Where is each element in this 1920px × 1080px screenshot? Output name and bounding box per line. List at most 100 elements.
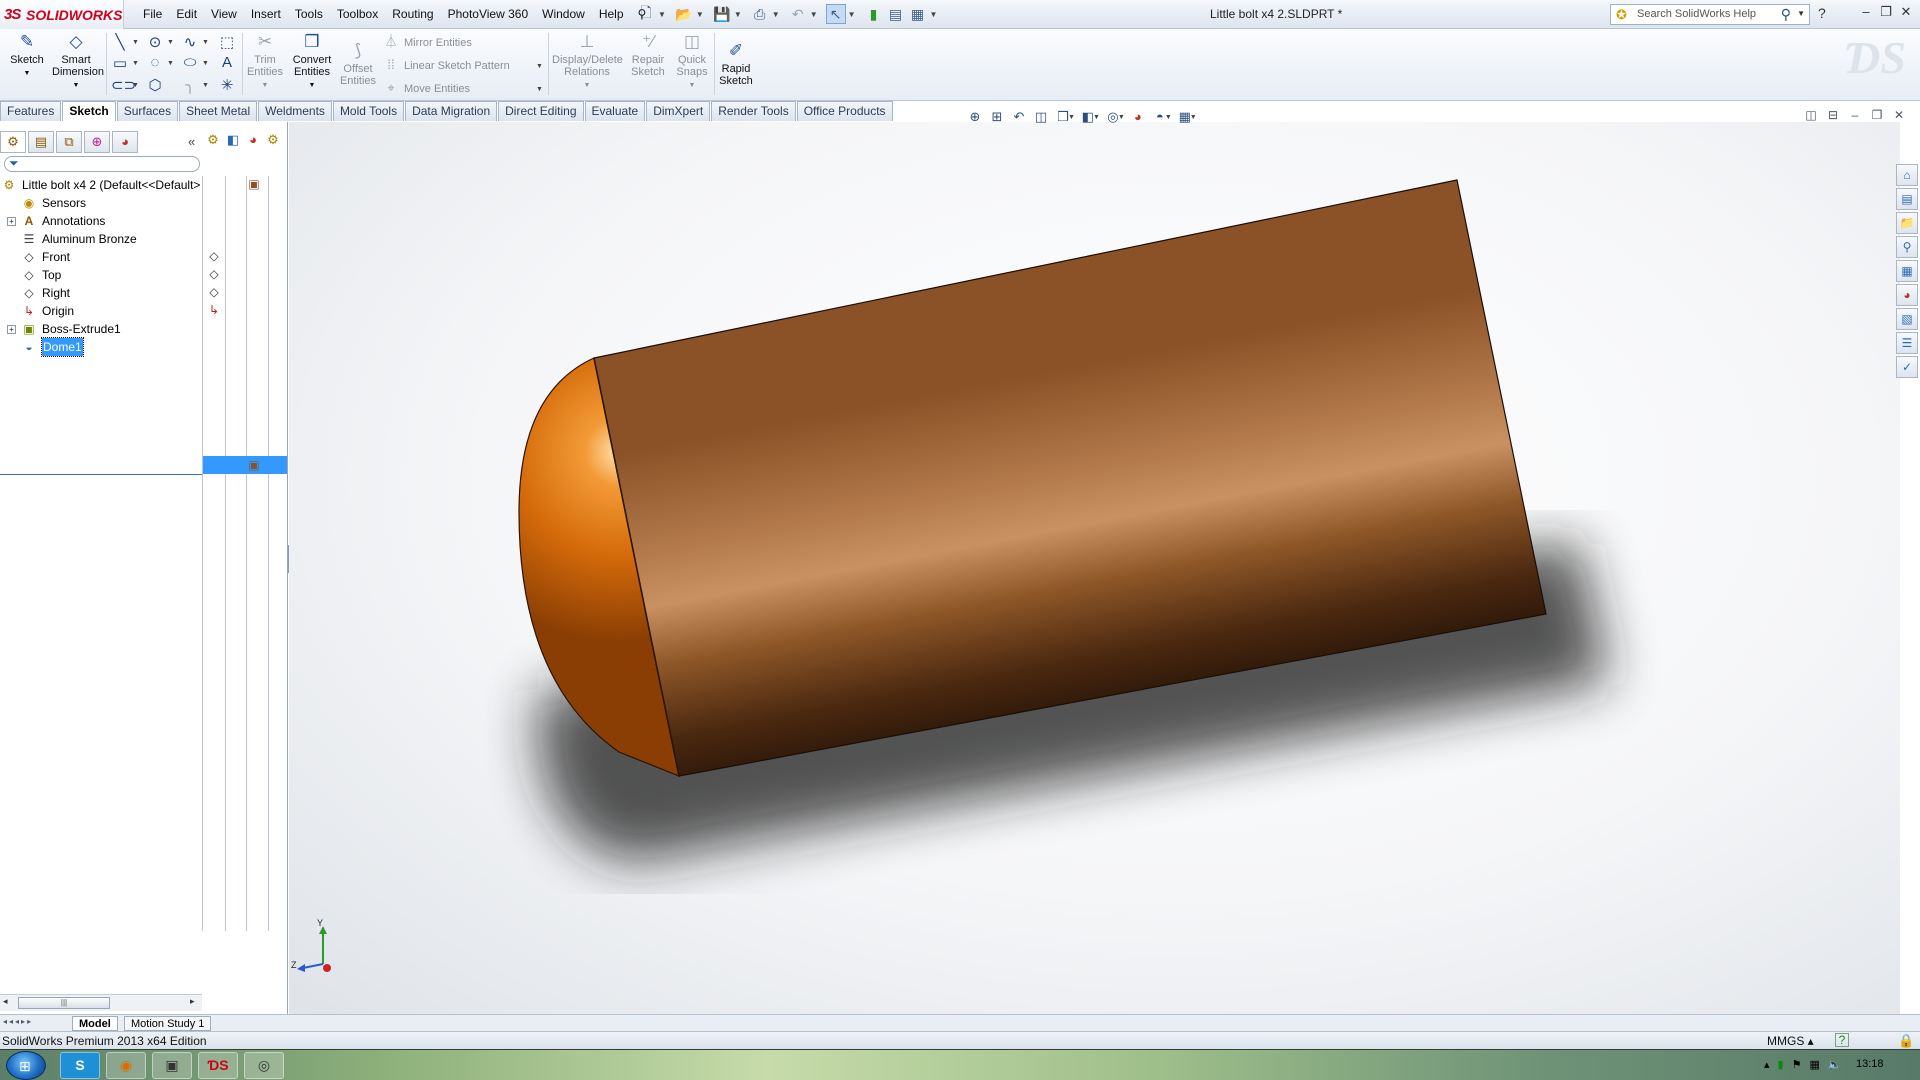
menu-file[interactable]: File bbox=[136, 7, 169, 21]
feature-manager-tab-icon[interactable]: ⚙ bbox=[0, 131, 26, 153]
line-icon[interactable]: ╲ bbox=[111, 33, 129, 51]
scroll-right-icon[interactable]: ▸ bbox=[190, 996, 195, 1007]
tray-expand-icon[interactable]: ▴ bbox=[1764, 1058, 1770, 1071]
app-taskbar-icon[interactable]: ◎ bbox=[244, 1052, 284, 1079]
print-icon[interactable]: ⎙ bbox=[750, 4, 770, 24]
tab-office-products[interactable]: Office Products bbox=[796, 101, 893, 121]
circle-dropdown-icon[interactable]: ▼ bbox=[167, 39, 174, 46]
appearance-swatch-icon[interactable]: ▣ bbox=[246, 176, 262, 192]
arc-icon[interactable]: ◌ bbox=[146, 54, 164, 71]
fillet-dropdown-icon[interactable]: ▼ bbox=[202, 82, 209, 89]
new-document-icon[interactable]: 🗋 bbox=[636, 4, 656, 24]
pattern-dropdown-icon[interactable]: ▼ bbox=[536, 63, 543, 70]
text-icon[interactable]: A bbox=[218, 54, 236, 71]
quick-snaps-button[interactable]: ◫ Quick Snaps ▼ bbox=[672, 32, 712, 92]
doc-restore-icon[interactable]: ❐ bbox=[1866, 108, 1888, 122]
hide-show-dropdown-icon[interactable]: ▼ bbox=[1118, 114, 1125, 121]
tab-motion-study[interactable]: Motion Study 1 bbox=[124, 1016, 212, 1031]
view-palette-icon[interactable]: ▦ bbox=[1896, 260, 1918, 282]
restore-icon[interactable]: ❐ bbox=[1876, 4, 1896, 20]
tab-sheet-metal[interactable]: Sheet Metal bbox=[179, 101, 258, 121]
arc-dropdown-icon[interactable]: ▼ bbox=[167, 60, 174, 67]
rebuild-status-icon[interactable]: 🔒 bbox=[1898, 1033, 1914, 1049]
menu-routing[interactable]: Routing bbox=[385, 7, 440, 21]
search-icon[interactable]: ⚲ bbox=[1781, 6, 1791, 23]
doc-minimize-icon[interactable]: – bbox=[1844, 108, 1866, 122]
scene-icon[interactable]: ⚙ bbox=[264, 132, 282, 148]
tab-sketch[interactable]: Sketch bbox=[62, 101, 116, 121]
fillet-grid-icon[interactable]: ⬚ bbox=[218, 33, 236, 51]
tree-item-material[interactable]: ☰ Aluminum Bronze bbox=[0, 230, 202, 248]
menu-view[interactable]: View bbox=[204, 7, 244, 21]
file-properties-icon[interactable]: ▤ bbox=[886, 4, 906, 24]
smart-dimension-button[interactable]: ◇ Smart Dimension ▼ bbox=[52, 32, 104, 92]
print-dropdown-icon[interactable]: ▼ bbox=[772, 10, 780, 19]
dome-appearance-swatch-icon[interactable]: ▣ bbox=[246, 457, 262, 473]
menu-photoview[interactable]: PhotoView 360 bbox=[441, 7, 536, 21]
solidworks-taskbar-icon[interactable]: ƊS bbox=[198, 1052, 238, 1079]
doc-close-icon[interactable]: ✕ bbox=[1888, 108, 1910, 122]
solidworks-resources-icon[interactable]: ⌂ bbox=[1896, 164, 1918, 186]
select-dropdown-icon[interactable]: ▼ bbox=[848, 10, 856, 19]
panel-horizontal-scrollbar[interactable]: ◂ ||| ▸ bbox=[0, 994, 202, 1011]
tasks-icon[interactable]: ✓ bbox=[1896, 356, 1918, 378]
search-results-icon[interactable]: ⚲ bbox=[1896, 236, 1918, 258]
display-style-dropdown-icon[interactable]: ▼ bbox=[1093, 114, 1100, 121]
move-entities-button[interactable]: ⌖ Move Entities bbox=[382, 78, 470, 98]
tab-direct-editing[interactable]: Direct Editing bbox=[498, 101, 584, 121]
fillet-icon[interactable]: ╮ bbox=[181, 76, 199, 94]
tab-navigation-icons[interactable]: ◂◂◂▸▸ bbox=[3, 1017, 33, 1026]
quick-tips-icon[interactable]: ? bbox=[1835, 1033, 1849, 1047]
tree-item-front-plane[interactable]: ◇ Front bbox=[0, 248, 202, 266]
rectangle-icon[interactable]: ▭ bbox=[111, 54, 129, 72]
configuration-manager-tab-icon[interactable]: ⧉ bbox=[56, 131, 82, 153]
skype-taskbar-icon[interactable]: S bbox=[60, 1052, 100, 1079]
plane-visibility-icon[interactable]: ◇ bbox=[206, 248, 222, 264]
tab-data-migration[interactable]: Data Migration bbox=[405, 101, 498, 121]
section-view-icon[interactable]: ◫ bbox=[1030, 108, 1052, 126]
view-orientation-dropdown-icon[interactable]: ▼ bbox=[1068, 114, 1075, 121]
tray-network-icon[interactable]: ▦ bbox=[1809, 1058, 1819, 1071]
repair-sketch-button[interactable]: ⁺∕ Repair Sketch bbox=[626, 32, 670, 78]
feature-tree-filter[interactable]: ⏷ bbox=[4, 156, 200, 172]
display-manager-tab-icon[interactable]: ◕ bbox=[112, 131, 138, 153]
options-dropdown-icon[interactable]: ▼ bbox=[930, 10, 938, 19]
close-icon[interactable]: ✕ bbox=[1896, 4, 1916, 20]
new-dropdown-icon[interactable]: ▼ bbox=[658, 10, 666, 19]
plane-visibility-icon[interactable]: ◇ bbox=[206, 266, 222, 282]
menu-insert[interactable]: Insert bbox=[244, 7, 288, 21]
firefox-taskbar-icon[interactable]: ◉ bbox=[106, 1052, 146, 1079]
trim-entities-button[interactable]: ✂ Trim Entities ▼ bbox=[244, 32, 286, 92]
slot-icon[interactable]: ⊂⊃ bbox=[111, 76, 136, 94]
explorer-taskbar-icon[interactable]: ▣ bbox=[152, 1052, 192, 1079]
solidworks-logo[interactable]: 3S SOLIDWORKS bbox=[0, 0, 124, 29]
point-icon[interactable]: ✳ bbox=[218, 76, 236, 94]
display-state-icon[interactable]: ◧ bbox=[224, 132, 242, 148]
menu-tools[interactable]: Tools bbox=[288, 7, 330, 21]
slot-dropdown-icon[interactable]: ▼ bbox=[132, 82, 139, 89]
appearances-icon[interactable]: ◕ bbox=[1896, 284, 1918, 306]
expand-icon[interactable]: + bbox=[7, 217, 16, 226]
tab-render-tools[interactable]: Render Tools bbox=[711, 101, 796, 121]
sketch-dropdown-icon[interactable]: ▼ bbox=[24, 70, 31, 77]
offset-entities-button[interactable]: ⟆ Offset Entities bbox=[336, 41, 380, 87]
quick-snaps-dropdown-icon[interactable]: ▼ bbox=[689, 82, 696, 89]
collapse-panel-icon[interactable]: « bbox=[188, 134, 195, 149]
menu-window[interactable]: Window bbox=[535, 7, 592, 21]
save-dropdown-icon[interactable]: ▼ bbox=[734, 10, 742, 19]
expand-icon[interactable]: + bbox=[7, 325, 16, 334]
undo-icon[interactable]: ↶ bbox=[788, 4, 808, 24]
rebuild-traffic-light-icon[interactable]: ▮ bbox=[864, 4, 884, 24]
spline-dropdown-icon[interactable]: ▼ bbox=[202, 39, 209, 46]
display-delete-relations-button[interactable]: ⊥ Display/Delete Relations ▼ bbox=[552, 32, 623, 92]
circle-icon[interactable]: ⊙ bbox=[146, 33, 164, 51]
design-library-icon[interactable]: ▤ bbox=[1896, 188, 1918, 210]
linear-sketch-pattern-button[interactable]: ⁞⁞ Linear Sketch Pattern bbox=[382, 55, 509, 75]
plane-visibility-icon[interactable]: ◇ bbox=[206, 284, 222, 300]
origin-visibility-icon[interactable]: ↳ bbox=[206, 302, 222, 318]
tray-battery-icon[interactable]: ▮ bbox=[1778, 1058, 1784, 1071]
unit-system[interactable]: MMGS ▴ bbox=[1767, 1034, 1814, 1048]
previous-view-icon[interactable]: ↶ bbox=[1008, 108, 1030, 126]
menu-toolbox[interactable]: Toolbox bbox=[330, 7, 385, 21]
graphics-area[interactable]: Y Z bbox=[289, 122, 1900, 1014]
